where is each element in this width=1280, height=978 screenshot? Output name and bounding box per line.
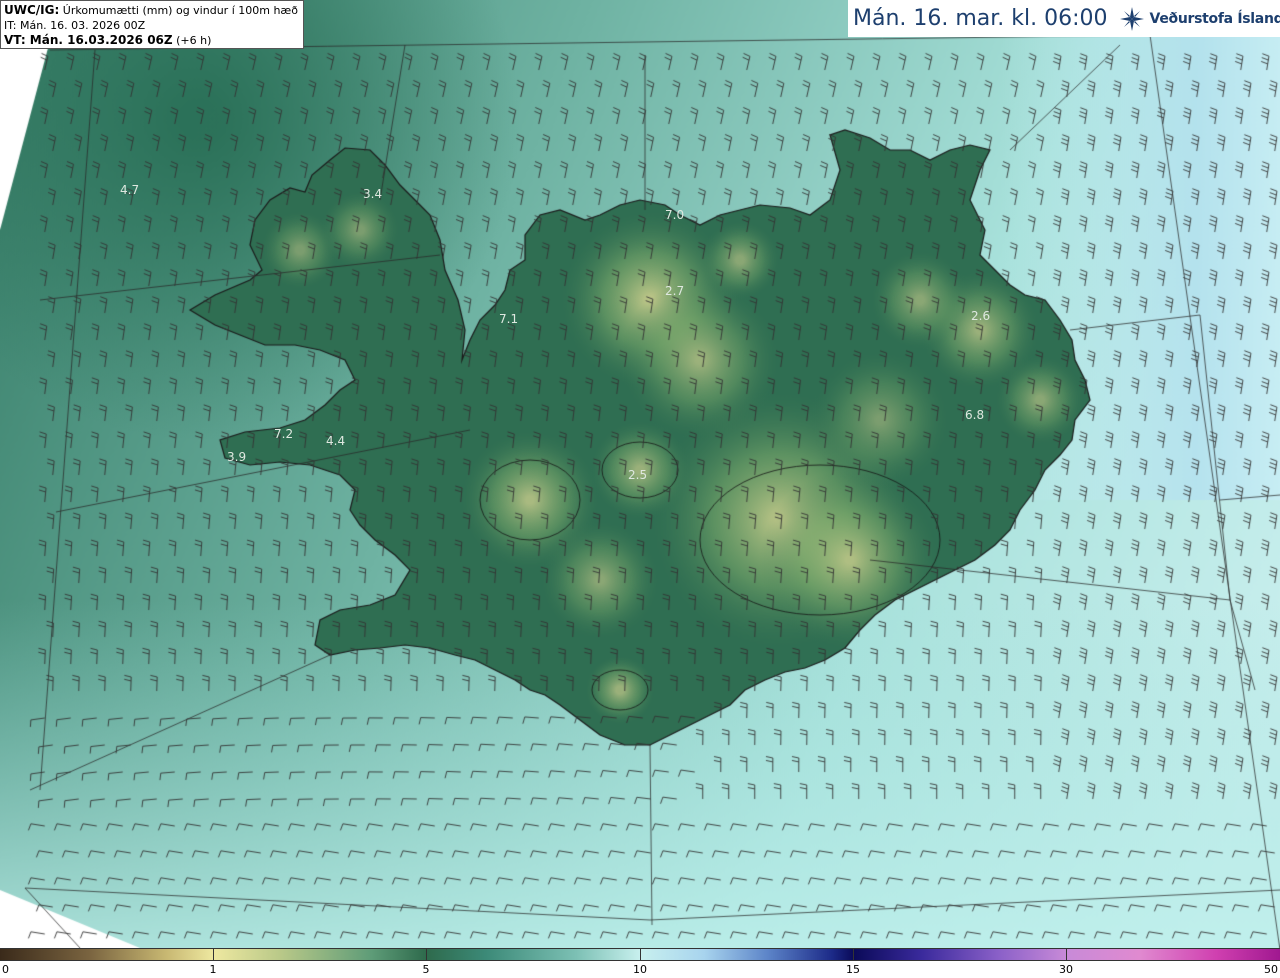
forecast-time-title: Mán. 16. mar. kl. 06:00 bbox=[853, 6, 1108, 31]
map-value-label: 2.7 bbox=[665, 284, 685, 298]
forecast-info-box: UWC/IG: Úrkomumætti (mm) og vindur í 100… bbox=[0, 0, 304, 49]
colorbar-label: 1 bbox=[209, 963, 217, 976]
colorbar-label: 0 bbox=[2, 963, 9, 976]
map-value-label: 4.7 bbox=[120, 183, 140, 197]
colorbar-label: 10 bbox=[633, 963, 647, 976]
colorbar-tick bbox=[853, 948, 854, 961]
model-name: UWC/IG: bbox=[4, 3, 60, 17]
map-value-label: 2.5 bbox=[628, 468, 648, 482]
parameter-description: Úrkomumætti (mm) og vindur í 100m hæð bbox=[59, 4, 298, 17]
colorbar-label: 30 bbox=[1059, 963, 1073, 976]
map-value-label: 7.0 bbox=[665, 208, 685, 222]
colorbar-tick bbox=[426, 948, 427, 961]
colorbar-tick bbox=[213, 948, 214, 961]
header: Mán. 16. mar. kl. 06:00 Veðurstofa Íslan… bbox=[848, 0, 1280, 37]
map-value-label: 3.4 bbox=[363, 187, 383, 201]
map-value-label: 7.2 bbox=[274, 427, 294, 441]
colorbar-label: 50 bbox=[1264, 963, 1278, 976]
precipitation-colorbar: 0 1 5 10 15 30 50 bbox=[0, 948, 1280, 978]
logo[interactable]: Veðurstofa Íslands bbox=[1118, 5, 1280, 33]
map-value-label: 4.4 bbox=[326, 434, 346, 448]
colorbar-label: 15 bbox=[846, 963, 860, 976]
map-value-label: 3.9 bbox=[227, 450, 247, 464]
colorbar-label: 5 bbox=[422, 963, 430, 976]
lead-time: (+6 h) bbox=[172, 34, 212, 47]
map-value-label: 6.8 bbox=[965, 408, 985, 422]
logo-text: Veðurstofa Íslands bbox=[1149, 10, 1280, 27]
snowflake-icon bbox=[1119, 6, 1144, 31]
colorbar-tick bbox=[1066, 948, 1067, 961]
valid-time: VT: Mán. 16.03.2026 06Z bbox=[4, 33, 173, 47]
map-value-label: 7.1 bbox=[499, 312, 519, 326]
map-value-label: 2.6 bbox=[971, 309, 991, 323]
colorbar-tick bbox=[640, 948, 641, 961]
initial-time: IT: Mán. 16. 03. 2026 00Z bbox=[4, 19, 146, 32]
